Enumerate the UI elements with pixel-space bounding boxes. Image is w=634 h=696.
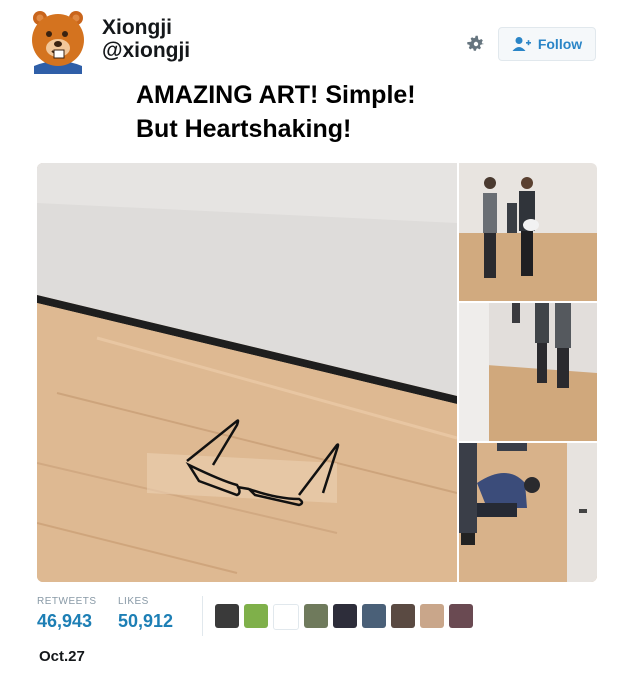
follow-button[interactable]: Follow — [498, 27, 596, 61]
bear-avatar-icon[interactable] — [30, 6, 86, 74]
tweet-text: AMAZING ART! Simple! But Heartshaking! — [136, 78, 416, 146]
likes-label: LIKES — [118, 596, 149, 607]
liker-avatar[interactable] — [362, 604, 386, 628]
liker-avatar[interactable] — [333, 604, 357, 628]
retweets-label: RETWEETS — [37, 596, 97, 607]
add-user-icon — [512, 37, 531, 51]
visitors-looking-at-floor-photo[interactable] — [459, 163, 597, 301]
tweet-date[interactable]: Oct.27 — [39, 648, 85, 665]
liker-avatars — [215, 604, 473, 630]
retweets-count: 46,943 — [37, 611, 93, 631]
tweet-line-1: AMAZING ART! Simple! — [136, 81, 416, 109]
liker-avatar[interactable] — [244, 604, 268, 628]
likes-count: 50,912 — [118, 611, 174, 631]
tweet-stats: RETWEETS 46,943 LIKES 50,912 — [37, 596, 597, 642]
user-name[interactable]: Xiongji — [102, 17, 172, 39]
visitors-walking-gallery-photo[interactable] — [459, 303, 597, 441]
tweet-line-2: But Heartshaking! — [136, 115, 352, 143]
gear-icon[interactable] — [465, 33, 487, 55]
likes-stat[interactable]: LIKES 50,912 — [118, 596, 173, 632]
stats-divider — [202, 596, 203, 636]
user-handle[interactable]: @xiongji — [102, 40, 190, 62]
person-crouching-photographing-photo[interactable] — [459, 443, 597, 582]
liker-avatar[interactable] — [273, 604, 299, 630]
liker-avatar[interactable] — [391, 604, 415, 628]
media-grid — [37, 163, 597, 582]
liker-avatar[interactable] — [304, 604, 328, 628]
retweets-stat[interactable]: RETWEETS 46,943 — [37, 596, 97, 632]
liker-avatar[interactable] — [420, 604, 444, 628]
eyeglasses-on-gallery-floor-photo[interactable] — [37, 163, 458, 582]
liker-avatar[interactable] — [215, 604, 239, 628]
liker-avatar[interactable] — [449, 604, 473, 628]
follow-label: Follow — [537, 36, 583, 52]
